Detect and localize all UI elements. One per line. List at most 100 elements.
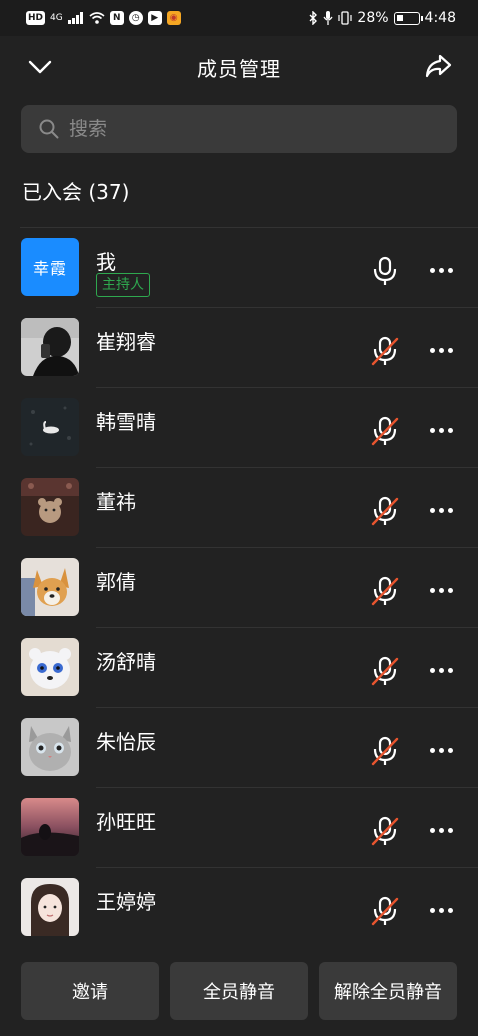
member-row[interactable]: 汤舒晴 bbox=[0, 628, 478, 708]
mic-toggle-button[interactable] bbox=[368, 494, 402, 528]
member-row[interactable]: 郭倩 bbox=[0, 548, 478, 628]
alarm-icon: ◷ bbox=[128, 11, 143, 25]
invite-button[interactable]: 邀请 bbox=[21, 962, 159, 1020]
more-dot bbox=[429, 507, 435, 513]
collapse-button[interactable] bbox=[24, 51, 56, 83]
more-dot bbox=[429, 427, 435, 433]
member-name: 我 bbox=[96, 250, 116, 274]
play-icon: ▶ bbox=[147, 11, 162, 25]
more-options-button[interactable] bbox=[424, 498, 458, 522]
member-list: 幸霞 我 主持人 崔翔睿 韩雪晴 董祎 郭倩 汤舒晴 朱怡辰 孙旺旺 王婷婷 bbox=[0, 228, 478, 948]
mic-toggle-button[interactable] bbox=[368, 334, 402, 368]
status-left: HD 4G N ◷ ▶ ◉ bbox=[26, 11, 181, 25]
battery-icon bbox=[393, 11, 423, 25]
member-name: 董祎 bbox=[96, 490, 136, 514]
person-photo-icon bbox=[21, 318, 79, 376]
more-options-button[interactable] bbox=[424, 818, 458, 842]
more-dot bbox=[438, 267, 444, 273]
avatar bbox=[21, 478, 79, 536]
mute-all-button[interactable]: 全员静音 bbox=[170, 962, 308, 1020]
more-options-button[interactable] bbox=[424, 898, 458, 922]
vibrate-icon bbox=[338, 11, 353, 25]
more-dot bbox=[438, 427, 444, 433]
member-row[interactable]: 朱怡辰 bbox=[0, 708, 478, 788]
more-dot bbox=[429, 587, 435, 593]
more-dot bbox=[429, 667, 435, 673]
avatar bbox=[21, 318, 79, 376]
bluetooth-icon bbox=[309, 11, 318, 25]
mic-toggle-button[interactable] bbox=[368, 894, 402, 928]
girl-photo-icon bbox=[21, 878, 79, 936]
avatar bbox=[21, 638, 79, 696]
more-dot bbox=[447, 267, 453, 273]
member-row[interactable]: 王婷婷 bbox=[0, 868, 478, 948]
avatar: 幸霞 bbox=[21, 238, 79, 296]
page-title: 成员管理 bbox=[197, 56, 281, 81]
avatar bbox=[21, 718, 79, 776]
more-dot bbox=[447, 507, 453, 513]
bear-photo-icon bbox=[21, 478, 79, 536]
more-dot bbox=[438, 827, 444, 833]
corgi-photo-icon bbox=[21, 558, 79, 616]
status-bar: HD 4G N ◷ ▶ ◉ 28% 4:48 bbox=[0, 0, 478, 36]
member-row[interactable]: 董祎 bbox=[0, 468, 478, 548]
mic-toggle-button[interactable] bbox=[368, 254, 402, 288]
mic-toggle-button[interactable] bbox=[368, 414, 402, 448]
more-options-button[interactable] bbox=[424, 578, 458, 602]
search-icon bbox=[39, 119, 59, 139]
more-options-button[interactable] bbox=[424, 258, 458, 282]
more-dot bbox=[447, 587, 453, 593]
unmute-all-button[interactable]: 解除全员静音 bbox=[319, 962, 457, 1020]
host-badge: 主持人 bbox=[96, 273, 150, 297]
more-dot bbox=[429, 827, 435, 833]
member-name: 王婷婷 bbox=[96, 890, 156, 914]
member-name: 崔翔睿 bbox=[96, 330, 156, 354]
mic-toggle-button[interactable] bbox=[368, 654, 402, 688]
member-name: 孙旺旺 bbox=[96, 810, 156, 834]
mic-muted-icon bbox=[371, 416, 399, 446]
more-dot bbox=[447, 427, 453, 433]
member-row[interactable]: 崔翔睿 bbox=[0, 308, 478, 388]
avatar bbox=[21, 558, 79, 616]
mic-toggle-button[interactable] bbox=[368, 574, 402, 608]
network-type-indicator: 4G bbox=[50, 12, 63, 23]
chevron-down-icon bbox=[28, 60, 52, 74]
mic-muted-icon bbox=[371, 816, 399, 846]
search-box[interactable] bbox=[21, 105, 457, 153]
more-dot bbox=[447, 347, 453, 353]
sunset-photo-icon bbox=[21, 798, 79, 856]
mic-muted-icon bbox=[371, 336, 399, 366]
more-options-button[interactable] bbox=[424, 658, 458, 682]
mic-muted-icon bbox=[371, 896, 399, 926]
wifi-icon bbox=[89, 12, 105, 24]
mic-status-icon bbox=[323, 11, 333, 25]
more-dot bbox=[438, 347, 444, 353]
mic-toggle-button[interactable] bbox=[368, 814, 402, 848]
battery-percent: 28% bbox=[357, 10, 389, 26]
more-dot bbox=[429, 747, 435, 753]
member-name: 郭倩 bbox=[96, 570, 136, 594]
mic-toggle-button[interactable] bbox=[368, 734, 402, 768]
more-dot bbox=[438, 507, 444, 513]
joined-count-title: 已入会 (37) bbox=[22, 180, 130, 204]
header: 成员管理 bbox=[0, 36, 478, 98]
share-button[interactable] bbox=[422, 50, 454, 82]
member-name: 韩雪晴 bbox=[96, 410, 156, 434]
more-dot bbox=[447, 827, 453, 833]
member-row[interactable]: 韩雪晴 bbox=[0, 388, 478, 468]
member-row[interactable]: 幸霞 我 主持人 bbox=[0, 228, 478, 308]
status-right: 28% 4:48 bbox=[308, 10, 456, 26]
more-dot bbox=[447, 747, 453, 753]
avatar bbox=[21, 398, 79, 456]
more-dot bbox=[438, 587, 444, 593]
search-input[interactable] bbox=[69, 118, 429, 140]
more-options-button[interactable] bbox=[424, 338, 458, 362]
weibo-icon: ◉ bbox=[166, 11, 181, 25]
more-options-button[interactable] bbox=[424, 738, 458, 762]
member-row[interactable]: 孙旺旺 bbox=[0, 788, 478, 868]
avatar bbox=[21, 878, 79, 936]
mic-muted-icon bbox=[371, 656, 399, 686]
more-options-button[interactable] bbox=[424, 418, 458, 442]
more-dot bbox=[429, 267, 435, 273]
share-icon bbox=[425, 54, 452, 78]
